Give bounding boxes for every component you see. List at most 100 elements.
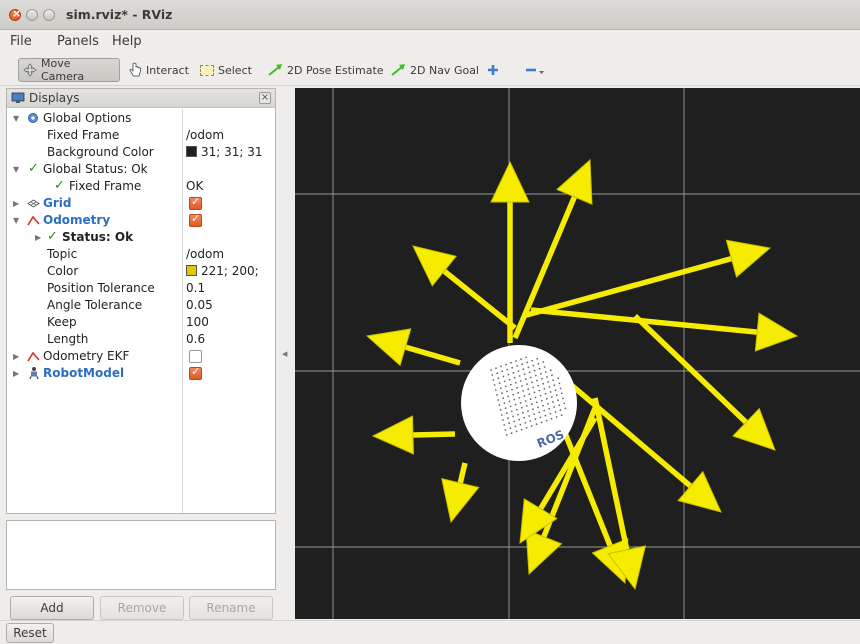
tree-row-angle-tolerance[interactable]: Angle Tolerance 0.05 [7, 297, 275, 314]
tree-row-fixed-frame[interactable]: Fixed Frame /odom [7, 127, 275, 144]
tree-row-global-options[interactable]: ▼ Global Options [7, 110, 275, 127]
topic-value[interactable]: /odom [186, 247, 224, 261]
robot-dot [523, 416, 526, 419]
robot-dot [515, 408, 518, 411]
tree-row-color[interactable]: Color 221; 200; [7, 263, 275, 280]
robot-dot [530, 403, 533, 406]
tree-row-background-color[interactable]: Background Color 31; 31; 31 [7, 144, 275, 161]
robot-dot [505, 434, 508, 436]
background-color-value[interactable]: 31; 31; 31 [186, 145, 263, 159]
robot-dot [516, 386, 518, 389]
odometry-arrows [365, 158, 799, 591]
angle-tolerance-value[interactable]: 0.05 [186, 298, 213, 312]
expand-arrow-icon[interactable]: ▶ [13, 199, 19, 208]
window-close-button[interactable] [9, 7, 21, 21]
tree-row-global-status[interactable]: ▼ ✓ Global Status: Ok [7, 161, 275, 178]
tree-row-keep[interactable]: Keep 100 [7, 314, 275, 331]
tree-row-position-tolerance[interactable]: Position Tolerance 0.1 [7, 280, 275, 297]
tree-row-topic[interactable]: Topic /odom [7, 246, 275, 263]
color-value[interactable]: 221; 200; [186, 264, 259, 278]
robot-dot [549, 412, 552, 415]
robot-dot [554, 411, 557, 413]
pose-estimate-button[interactable]: 2D Pose Estimate [263, 58, 388, 82]
robot-dot [521, 385, 523, 387]
reset-button[interactable]: Reset [6, 623, 54, 643]
odometry-ekf-enabled-checkbox[interactable] [189, 350, 202, 363]
select-button[interactable]: Select [196, 58, 256, 82]
expand-arrow-icon[interactable]: ▶ [13, 369, 19, 378]
add-tool-button[interactable] [482, 58, 504, 82]
scene-svg[interactable]: ROS [295, 88, 860, 619]
odometry-arrow-head [412, 245, 457, 287]
tree-row-fixed-frame-status[interactable]: ✓ Fixed Frame OK [7, 178, 275, 195]
robot-dot [532, 386, 535, 389]
tree-row-odometry-status[interactable]: ▶ ✓ Status: Ok [7, 229, 275, 246]
plus-icon [488, 65, 498, 75]
expand-arrow-icon[interactable]: ▼ [13, 114, 19, 123]
fixed-frame-value[interactable]: /odom [186, 128, 224, 142]
keep-value[interactable]: 100 [186, 315, 209, 329]
window-maximize-button[interactable] [43, 9, 55, 21]
robot-dot [498, 404, 501, 406]
robot-dot [523, 373, 526, 376]
expand-arrow-icon[interactable]: ▶ [35, 233, 41, 242]
nav-goal-button[interactable]: 2D Nav Goal [386, 58, 483, 82]
length-value[interactable]: 0.6 [186, 332, 205, 346]
robot-dot [506, 368, 509, 371]
robot-dot [509, 427, 512, 430]
robot-dot [558, 404, 561, 407]
robot-dot [555, 416, 558, 418]
menu-file[interactable]: File [10, 34, 32, 49]
tree-row-grid[interactable]: ▶ Grid [7, 195, 275, 212]
window-minimize-button[interactable] [26, 9, 38, 21]
odometry-enabled-checkbox[interactable] [189, 212, 202, 227]
robot-dot [533, 413, 536, 416]
robot-dot [534, 396, 537, 399]
robot-dot [520, 406, 523, 409]
move-camera-button[interactable]: Move Camera [18, 57, 120, 83]
tree-label: Position Tolerance [47, 281, 155, 295]
expand-arrow-icon[interactable]: ▼ [13, 216, 19, 225]
rename-button[interactable]: Rename [189, 596, 273, 620]
tree-row-robot-model[interactable]: ▶ RobotModel [7, 365, 275, 382]
robot-dot [540, 399, 543, 402]
menu-panels[interactable]: Panels [57, 34, 99, 49]
expand-arrow-icon[interactable]: ▶ [13, 352, 19, 361]
grid-enabled-checkbox[interactable] [189, 195, 202, 210]
expand-arrow-icon[interactable]: ▼ [13, 165, 19, 174]
robot-dot [510, 361, 512, 364]
robot-dot [555, 394, 558, 397]
menu-help[interactable]: Help [112, 34, 142, 49]
tree-row-odometry[interactable]: ▼ Odometry [7, 212, 275, 229]
displays-panel: Displays × ▼ Global Options Fixed Frame … [6, 88, 276, 514]
robot-dot [551, 374, 553, 377]
robot-dot [548, 407, 551, 410]
robot-dot [508, 400, 511, 403]
robot-dot [543, 366, 546, 368]
robot-dot [533, 369, 536, 372]
close-panel-icon[interactable]: × [259, 92, 271, 104]
interact-button[interactable]: Interact [124, 58, 193, 82]
render-view-3d[interactable]: ROS [295, 88, 860, 619]
panel-splitter-handle[interactable]: ◀ [282, 350, 290, 360]
add-button[interactable]: Add [10, 596, 94, 620]
remove-button[interactable]: Remove [100, 596, 184, 620]
robot-dot [519, 401, 522, 404]
robot-dot [502, 397, 505, 400]
gear-icon [28, 113, 38, 123]
robot-dot [497, 399, 500, 401]
robot-dot [529, 376, 532, 379]
robot-dot [557, 399, 559, 402]
remove-tool-button[interactable] [520, 58, 550, 82]
tree-row-odometry-ekf[interactable]: ▶ Odometry EKF [7, 348, 275, 365]
robot-dot [564, 407, 567, 410]
robot-dot [500, 414, 503, 416]
select-label: Select [218, 63, 252, 77]
tree-row-length[interactable]: Length 0.6 [7, 331, 275, 348]
robot-dot [538, 389, 541, 392]
odometry-arrow-shaft [457, 462, 468, 484]
robot-dot [513, 420, 516, 423]
displays-title: Displays [29, 91, 80, 105]
position-tolerance-value[interactable]: 0.1 [186, 281, 205, 295]
robot-model-enabled-checkbox[interactable] [189, 365, 202, 380]
